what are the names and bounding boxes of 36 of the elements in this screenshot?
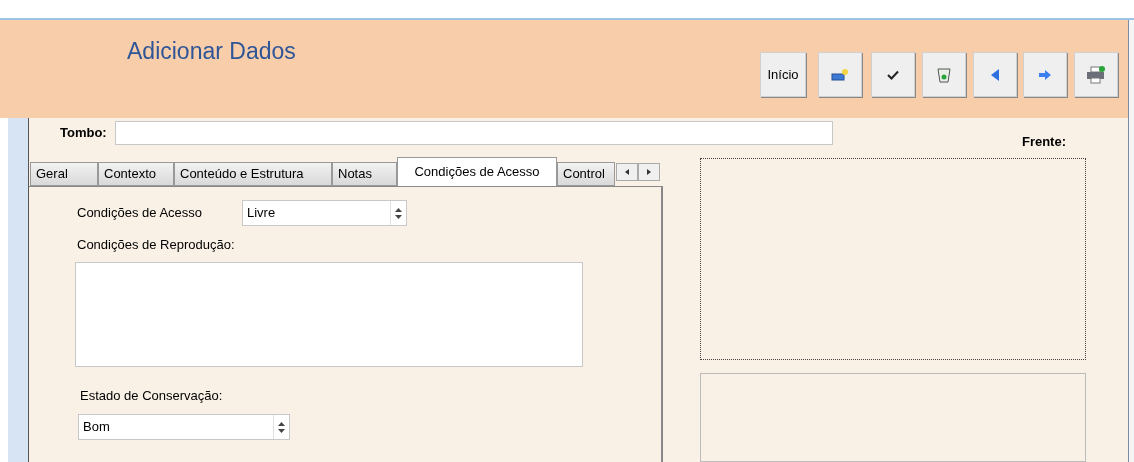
tab[interactable]: Condições de Acesso — [397, 157, 557, 186]
tab[interactable]: Geral — [30, 162, 98, 186]
up-arrow-icon — [278, 421, 285, 426]
conservation-spin-field[interactable]: Bom — [78, 414, 290, 440]
tab[interactable]: Control — [557, 162, 615, 186]
tab[interactable]: Conteúdo e Estrutura — [174, 162, 332, 186]
right-arrow-icon — [1039, 69, 1051, 80]
next-button[interactable] — [1023, 52, 1067, 97]
form-title: Adicionar Dados — [127, 37, 296, 66]
previous-button[interactable] — [973, 52, 1017, 97]
reproduction-label: Condições de Reprodução: — [77, 236, 236, 254]
tombo-label: Tombo: — [60, 124, 107, 142]
new-record-button[interactable] — [818, 52, 862, 97]
tab[interactable]: Contexto — [98, 162, 174, 186]
tab[interactable]: Notas — [332, 162, 397, 186]
left-triangle-icon — [991, 68, 999, 81]
checkmark-icon — [887, 69, 899, 80]
print-button[interactable] — [1074, 52, 1118, 97]
delete-button[interactable] — [922, 52, 966, 97]
down-arrow-icon — [278, 428, 285, 433]
left-triangle-icon — [625, 169, 629, 175]
up-arrow-icon — [395, 207, 402, 212]
right-triangle-icon — [647, 169, 651, 175]
tombo-field[interactable] — [114, 121, 833, 145]
reproduction-field[interactable] — [75, 261, 583, 367]
new-record-icon — [831, 67, 849, 82]
conservation-label: Estado de Conservação: — [80, 386, 224, 405]
access-label: Condições de Acesso — [77, 204, 204, 223]
tab-scroll-left-button[interactable] — [616, 163, 638, 181]
access-spin-field[interactable]: Livre — [242, 200, 407, 226]
tab-scroll-right-button[interactable] — [638, 163, 660, 181]
trash-bin-icon — [937, 66, 951, 83]
down-arrow-icon — [395, 214, 402, 219]
front-label: Frente: — [1021, 133, 1066, 151]
home-button[interactable]: Início — [760, 52, 806, 97]
printer-icon — [1086, 65, 1106, 84]
